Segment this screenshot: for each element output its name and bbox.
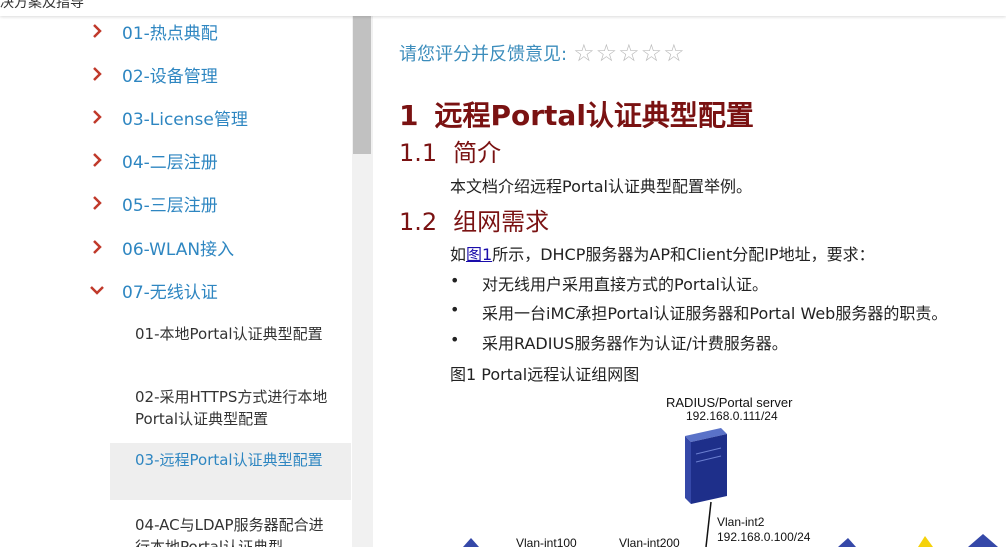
title-text: 远程Portal认证典型配置 xyxy=(434,99,754,132)
sidebar-item-label: 01-热点典配 xyxy=(122,23,218,44)
sidebar-item-layer2[interactable]: 04-二层注册 xyxy=(90,145,218,175)
star-icon[interactable]: ☆ xyxy=(596,41,618,65)
top-bar: 决方案及指导 xyxy=(0,0,1006,16)
vlan-int2-ip: 192.168.0.100/24 xyxy=(717,530,811,544)
star-icon[interactable]: ☆ xyxy=(663,41,685,65)
sidebar-subitem-remote-portal[interactable]: 03-远程Portal认证典型配置 xyxy=(110,443,351,500)
sidebar-item-wireless-auth[interactable]: 07-无线认证 xyxy=(90,275,218,305)
sidebar-subitem-label: 04-AC与LDAP服务器配合进行本地Portal认证典型 xyxy=(135,516,324,547)
rating-label: 请您评分并反馈意见: xyxy=(399,44,568,65)
section-number: 1.2 xyxy=(399,208,438,236)
topbar-title: 决方案及指导 xyxy=(0,0,84,11)
chevron-right-icon xyxy=(90,196,104,210)
title-number: 1 xyxy=(399,99,419,132)
bullet-icon: • xyxy=(450,330,460,349)
page-title: 1 远程Portal认证典型配置 xyxy=(399,94,754,134)
sidebar-subitem-https-portal[interactable]: 02-采用HTTPS方式进行本地Portal认证典型配置 xyxy=(110,382,351,436)
rating-bar: 请您评分并反馈意见: ☆ ☆ ☆ ☆ ☆ xyxy=(399,40,686,66)
section-heading-requirements: 1.2 组网需求 xyxy=(399,202,549,237)
chevron-right-icon xyxy=(90,24,104,38)
server-link xyxy=(705,501,712,547)
list-item: • 采用一台iMC承担Portal认证服务器和Portal Web服务器的职责。 xyxy=(450,300,947,324)
wireless-icon xyxy=(918,536,933,547)
chevron-right-icon xyxy=(90,110,104,124)
sidebar-subitem-label: 01-本地Portal认证典型配置 xyxy=(135,325,323,343)
section-text: 简介 xyxy=(453,139,502,167)
sidebar-item-label: 06-WLAN接入 xyxy=(122,239,235,260)
device-icon xyxy=(463,538,479,547)
device-icon xyxy=(838,538,856,547)
sidebar-item-hotspot[interactable]: 01-热点典配 xyxy=(90,16,218,46)
device-icon xyxy=(968,534,998,547)
chevron-down-icon xyxy=(90,283,104,297)
section-number: 1.1 xyxy=(399,139,438,167)
bullet-icon: • xyxy=(450,300,460,319)
list-item: • 对无线用户采用直接方式的Portal认证。 xyxy=(450,271,768,295)
figure-link[interactable]: 图1 xyxy=(466,245,492,264)
star-icon[interactable]: ☆ xyxy=(641,41,663,65)
sidebar-item-device-mgmt[interactable]: 02-设备管理 xyxy=(90,59,218,89)
sidebar-item-layer3[interactable]: 05-三层注册 xyxy=(90,188,218,218)
sidebar-subitem-ldap-portal[interactable]: 04-AC与LDAP服务器配合进行本地Portal认证典型 xyxy=(110,512,351,547)
requirements-paragraph: 如图1所示，DHCP服务器为AP和Client分配IP地址，要求： xyxy=(450,241,875,265)
list-item: • 采用RADIUS服务器作为认证/计费服务器。 xyxy=(450,330,788,354)
vlan-int100-label: Vlan-int100 xyxy=(516,536,577,547)
vlan-int2-label: Vlan-int2 xyxy=(717,515,765,529)
sidebar-nav: 01-热点典配 02-设备管理 03-License管理 04-二层注册 05-… xyxy=(0,16,352,547)
figure-caption: 图1 Portal远程认证组网图 xyxy=(450,365,640,384)
star-icon[interactable]: ☆ xyxy=(618,41,640,65)
sidebar-item-label: 02-设备管理 xyxy=(122,66,218,87)
vlan-int200-label: Vlan-int200 xyxy=(619,536,680,547)
sidebar-item-label: 07-无线认证 xyxy=(122,282,218,303)
intro-paragraph: 本文档介绍远程Portal认证典型配置举例。 xyxy=(450,177,752,196)
sidebar-item-label: 03-License管理 xyxy=(122,109,248,130)
sidebar-scrollbar[interactable] xyxy=(352,16,373,547)
star-icon[interactable]: ☆ xyxy=(573,41,595,65)
req-suffix: 所示，DHCP服务器为AP和Client分配IP地址，要求： xyxy=(492,245,875,264)
list-item-text: 采用RADIUS服务器作为认证/计费服务器。 xyxy=(482,334,788,353)
chevron-right-icon xyxy=(90,240,104,254)
chevron-right-icon xyxy=(90,153,104,167)
bullet-icon: • xyxy=(450,271,460,290)
server-icon xyxy=(685,428,727,504)
sidebar-subitem-label: 03-远程Portal认证典型配置 xyxy=(135,451,323,469)
sidebar-item-label: 05-三层注册 xyxy=(122,195,218,216)
chevron-right-icon xyxy=(90,67,104,81)
article-content: 请您评分并反馈意见: ☆ ☆ ☆ ☆ ☆ 1 远程Portal认证典型配置 1.1… xyxy=(373,16,1006,547)
network-diagram: RADIUS/Portal server 192.168.0.111/24 Vl… xyxy=(463,386,1006,547)
section-heading-intro: 1.1 简介 xyxy=(399,133,501,168)
sidebar-subitem-local-portal[interactable]: 01-本地Portal认证典型配置 xyxy=(110,319,351,371)
list-item-text: 采用一台iMC承担Portal认证服务器和Portal Web服务器的职责。 xyxy=(482,304,948,323)
req-prefix: 如 xyxy=(450,245,467,264)
sidebar-item-license[interactable]: 03-License管理 xyxy=(90,102,248,132)
sidebar-item-wlan[interactable]: 06-WLAN接入 xyxy=(90,232,234,262)
section-text: 组网需求 xyxy=(453,208,550,236)
list-item-text: 对无线用户采用直接方式的Portal认证。 xyxy=(482,275,768,294)
sidebar-subitem-label: 02-采用HTTPS方式进行本地Portal认证典型配置 xyxy=(135,388,328,428)
scrollbar-thumb[interactable] xyxy=(353,16,371,154)
sidebar-item-label: 04-二层注册 xyxy=(122,152,218,173)
